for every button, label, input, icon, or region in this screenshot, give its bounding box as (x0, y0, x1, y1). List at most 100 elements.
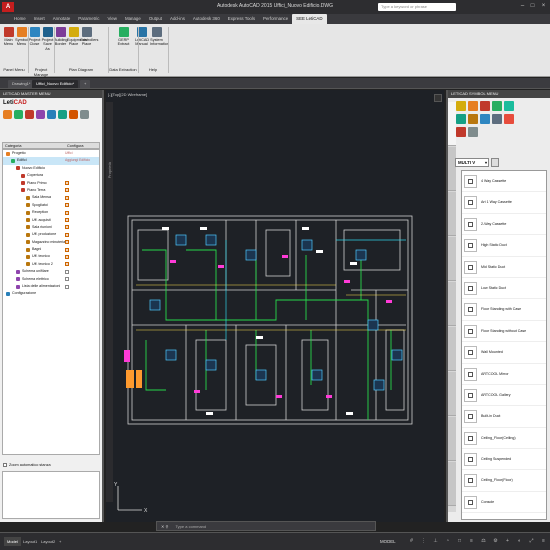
floor-icon[interactable] (25, 110, 34, 119)
tree-item[interactable]: Sala Mensa (3, 194, 99, 201)
fullscreen-icon[interactable]: ⤢ (528, 538, 535, 545)
ribbon-tab[interactable]: Express Tools (224, 14, 259, 24)
refresh-icon[interactable] (69, 110, 78, 119)
symbol-tool-icon[interactable] (468, 127, 478, 137)
tree-item-checkbox[interactable] (65, 181, 69, 186)
tree-item-checkbox[interactable] (65, 277, 69, 282)
column-header-category[interactable]: Categoria (3, 143, 65, 148)
ribbon-button[interactable]: Building Border (54, 27, 68, 47)
symbol-category-tab[interactable] (448, 192, 456, 236)
tree-item[interactable]: Progetto Uffici (3, 150, 99, 157)
symbol-tool-icon[interactable] (456, 114, 466, 124)
ribbon-tab[interactable]: Manage (121, 14, 145, 24)
tree-item-checkbox[interactable] (65, 218, 69, 223)
symbol-item[interactable]: Wall Mounted (462, 342, 546, 364)
ribbon-button[interactable]: GERP Extract (117, 27, 130, 47)
ribbon-button[interactable]: Main Menu (2, 27, 15, 47)
isolate-objects-icon[interactable]: ◐ (516, 538, 523, 545)
equipment-icon[interactable] (47, 110, 56, 119)
tree-item[interactable]: Uff. tecnico 2 (3, 261, 99, 268)
symbol-category-tab[interactable] (448, 282, 456, 326)
ribbon-tab[interactable]: SEE LetiCAD (292, 14, 327, 24)
symbol-tool-icon[interactable] (504, 114, 514, 124)
tree-item-checkbox[interactable] (65, 203, 69, 208)
ribbon-tab[interactable]: View (104, 14, 121, 24)
snap-icon[interactable]: ⋮ (420, 538, 427, 545)
tree-item[interactable]: Piano Primo (3, 180, 99, 187)
layout-tab[interactable]: Model (4, 537, 21, 546)
symbol-tool-icon[interactable] (480, 101, 490, 111)
command-input[interactable]: Type a command (175, 524, 206, 529)
maximize-icon[interactable]: □ (528, 2, 537, 11)
tree-item[interactable]: Schema elettrico (3, 276, 99, 283)
ribbon-tab[interactable]: Add-ins (166, 14, 189, 24)
new-tab-button[interactable]: + (80, 80, 91, 88)
tree-item[interactable]: Sala riunioni (3, 224, 99, 231)
tree-item[interactable]: Uff. produzione (3, 231, 99, 238)
ribbon-tab[interactable]: Insert (30, 14, 49, 24)
tree-item-checkbox[interactable] (65, 269, 69, 274)
new-layout-button[interactable]: + (56, 537, 64, 546)
tree-item-checkbox[interactable] (65, 247, 69, 252)
drawing-canvas[interactable]: [-][Top][2D Wireframe] Proprietà Y X (106, 90, 444, 522)
zoom-auto-room-checkbox[interactable]: Zoom automatico stanza (2, 462, 100, 469)
symbol-item[interactable]: Low Static Duct (462, 278, 546, 300)
close-icon[interactable]: × (539, 2, 548, 11)
tree-item-configure[interactable]: Uffici (65, 151, 72, 155)
ribbon-tab[interactable]: Parametric (74, 14, 103, 24)
symbol-tool-icon[interactable] (468, 114, 478, 124)
symbol-item[interactable]: Ceiling Suspended (462, 449, 546, 471)
annotation-monitor-icon[interactable]: + (504, 538, 511, 545)
symbol-item[interactable]: Console (462, 492, 546, 514)
document-tab[interactable]: Uffici_Nuovo Edificio* (32, 80, 79, 88)
command-line[interactable]: ✕ ⚲ Type a command (156, 521, 376, 531)
checkbox-box[interactable] (3, 463, 7, 467)
building-icon[interactable] (14, 110, 23, 119)
search-input[interactable]: Type a keyword or phrase (378, 3, 456, 11)
tree-item[interactable]: Uff. tecnico (3, 253, 99, 260)
symbol-tool-icon[interactable] (492, 101, 502, 111)
ribbon-button[interactable]: Controllers Place (80, 27, 98, 47)
symbol-tool-icon[interactable] (468, 101, 478, 111)
tree-item[interactable]: Spogliatoi (3, 202, 99, 209)
tree-item-checkbox[interactable] (65, 232, 69, 237)
customize-icon[interactable]: ≡ (540, 538, 547, 545)
symbol-category-tab[interactable] (448, 417, 456, 461)
symbol-item[interactable]: High Static Duct (462, 235, 546, 257)
symbol-tool-icon[interactable] (492, 114, 502, 124)
ribbon-tab[interactable]: Output (145, 14, 166, 24)
ribbon-button[interactable]: System Information (150, 27, 169, 47)
symbol-item[interactable]: ARTCOOL Mirror (462, 364, 546, 385)
symbol-tool-icon[interactable] (480, 114, 490, 124)
symbol-category-tab[interactable] (448, 462, 456, 506)
osnap-icon[interactable]: □ (456, 538, 463, 545)
model-space-button[interactable]: MODEL (378, 537, 398, 546)
tree-item[interactable]: Uff. acquisti (3, 217, 99, 224)
symbol-item[interactable]: Art 1 Way Cassette (462, 192, 546, 214)
product-line-button[interactable] (491, 158, 499, 167)
symbol-tool-icon[interactable] (456, 127, 466, 137)
tree-item-configure[interactable]: Aggiungi Edificio (65, 158, 90, 162)
annotation-scale-icon[interactable]: ⚖ (480, 538, 487, 545)
column-header-configure[interactable]: Configura (65, 143, 85, 148)
ribbon-tab[interactable]: Home (10, 14, 30, 24)
symbol-item[interactable]: Ceiling_Floor(Floor) (462, 470, 546, 492)
product-line-select[interactable]: MULTI V ▾ (455, 158, 489, 167)
symbol-category-tab[interactable] (448, 372, 456, 416)
ribbon-tab[interactable]: Autodesk 360 (189, 14, 224, 24)
tree-item[interactable]: Reception (3, 209, 99, 216)
tree-item[interactable]: Edifici Aggiungi Edificio (3, 157, 99, 165)
tree-item-checkbox[interactable] (65, 254, 69, 259)
project-icon[interactable] (3, 110, 12, 119)
symbol-item[interactable]: Mid Static Duct (462, 257, 546, 278)
ribbon-tab[interactable]: Annotate (49, 14, 75, 24)
symbol-category-tab[interactable] (448, 327, 456, 371)
symbol-category-tab[interactable] (448, 237, 456, 281)
document-tab[interactable]: Drawing1* (8, 80, 35, 88)
command-close-icon[interactable]: ✕ ⚲ (161, 524, 168, 529)
tree-item-checkbox[interactable] (65, 195, 69, 200)
tree-item-checkbox[interactable] (65, 262, 69, 267)
symbol-tool-icon[interactable] (456, 101, 466, 111)
lineweight-icon[interactable]: ≡ (468, 538, 475, 545)
tree-item[interactable]: Schema unifilare (3, 268, 99, 275)
